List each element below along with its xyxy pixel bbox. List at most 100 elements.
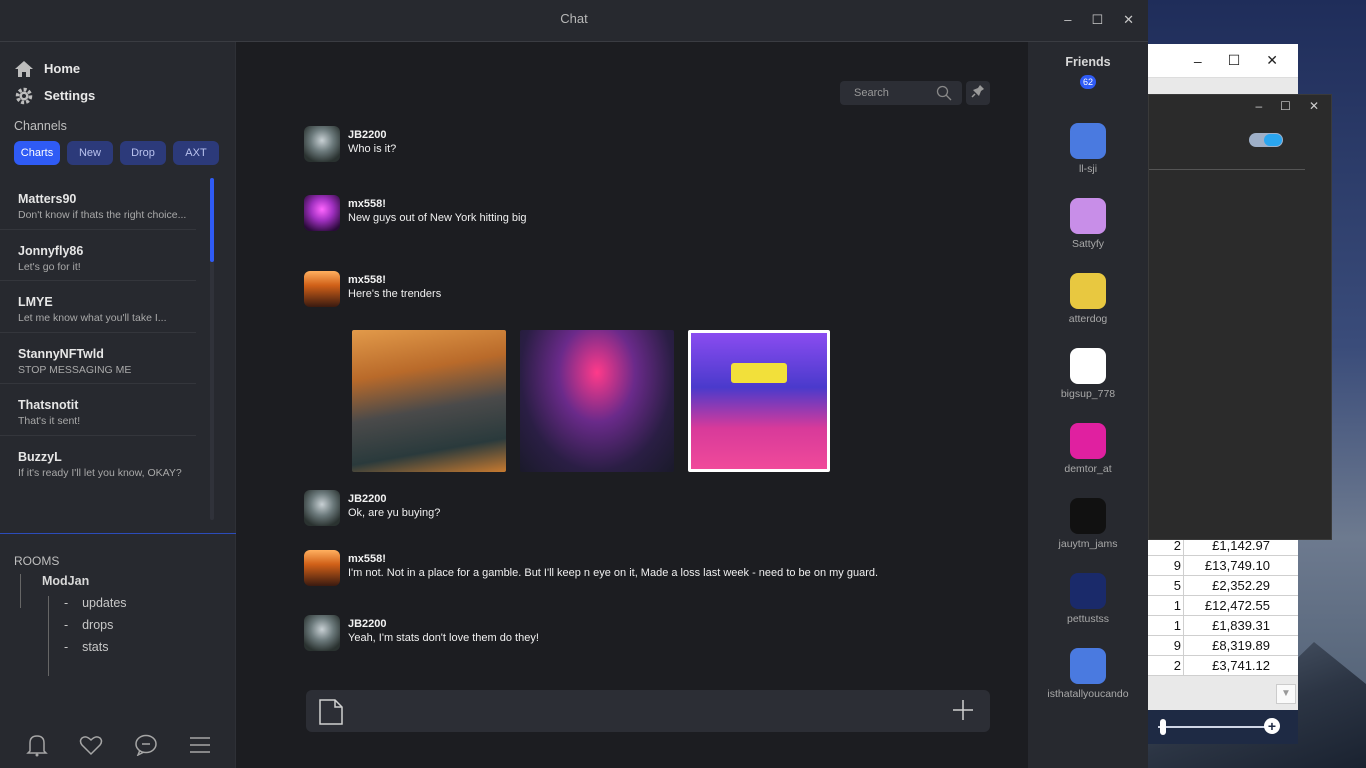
friend-item[interactable]: atterdog xyxy=(1028,273,1148,325)
close-icon[interactable]: ✕ xyxy=(1266,52,1278,69)
minimize-icon[interactable]: – xyxy=(1064,12,1071,28)
chip-charts[interactable]: Charts xyxy=(14,141,60,165)
search-placeholder: Search xyxy=(854,87,889,99)
contact-item[interactable]: Jonnyfly86 Let's go for it! xyxy=(0,230,196,281)
friend-avatar[interactable] xyxy=(1070,123,1106,159)
message-username[interactable]: mx558! xyxy=(348,553,878,565)
avatar[interactable] xyxy=(304,615,340,651)
contact-item[interactable]: LMYE Let me know what you'll take I... xyxy=(0,281,196,333)
nav-settings[interactable]: Settings xyxy=(0,82,235,109)
room-drops[interactable]: - drops xyxy=(64,618,236,632)
friend-avatar[interactable] xyxy=(1070,198,1106,234)
zoom-in-icon[interactable]: + xyxy=(1264,718,1280,734)
spreadsheet-row[interactable]: 1 £12,472.55 xyxy=(1148,596,1298,616)
attach-file-icon[interactable] xyxy=(318,699,344,730)
spreadsheet-cell[interactable]: 1 xyxy=(1148,616,1184,635)
friend-item[interactable]: jauytm_jams xyxy=(1028,498,1148,550)
message-username[interactable]: mx558! xyxy=(348,274,441,286)
spreadsheet-cell[interactable]: 9 xyxy=(1148,556,1184,575)
avatar[interactable] xyxy=(304,490,340,526)
toggle-switch[interactable] xyxy=(1249,133,1283,147)
menu-icon[interactable] xyxy=(189,735,211,755)
close-icon[interactable]: ✕ xyxy=(1309,99,1319,113)
spreadsheet-cell[interactable]: 2 xyxy=(1148,656,1184,675)
spreadsheet-row[interactable]: 5 £2,352.29 xyxy=(1148,576,1298,596)
friend-item[interactable]: Sattyfy xyxy=(1028,198,1148,250)
message-username[interactable]: JB2200 xyxy=(348,129,396,141)
spreadsheet-row[interactable]: 1 £1,839.31 xyxy=(1148,616,1298,636)
contact-item[interactable]: Matters90 Don't know if thats the right … xyxy=(0,178,196,230)
spreadsheet-cell[interactable]: 9 xyxy=(1148,636,1184,655)
maximize-icon[interactable]: ☐ xyxy=(1228,52,1241,69)
message-username[interactable]: mx558! xyxy=(348,198,527,210)
maximize-icon[interactable]: ☐ xyxy=(1091,12,1103,28)
contact-item[interactable]: BuzzyL If it's ready I'll let you know, … xyxy=(0,436,196,488)
avatar[interactable] xyxy=(304,550,340,586)
avatar[interactable] xyxy=(304,126,340,162)
spreadsheet-row[interactable]: 9 £13,749.10 xyxy=(1148,556,1298,576)
close-icon[interactable]: ✕ xyxy=(1123,12,1134,28)
dropdown-arrow-icon[interactable]: ▼ xyxy=(1276,684,1296,704)
room-stats[interactable]: - stats xyxy=(64,640,236,654)
message-composer[interactable] xyxy=(306,690,990,732)
shared-image-neon-car[interactable] xyxy=(520,330,674,472)
friend-item[interactable]: pettustss xyxy=(1028,573,1148,625)
spreadsheet-cell[interactable]: £3,741.12 xyxy=(1184,656,1298,675)
pin-icon xyxy=(971,84,985,103)
chat-bubble-icon[interactable] xyxy=(134,734,158,756)
chip-new[interactable]: New xyxy=(67,141,113,165)
room-label: updates xyxy=(82,596,127,610)
message-username[interactable]: JB2200 xyxy=(348,618,539,630)
contact-item[interactable]: StannyNFTwld STOP MESSAGING ME xyxy=(0,333,196,384)
zoom-slider-bar[interactable]: + xyxy=(1148,710,1298,744)
pin-button[interactable] xyxy=(966,81,990,105)
bell-icon[interactable] xyxy=(25,733,48,757)
spreadsheet-cell[interactable]: £8,319.89 xyxy=(1184,636,1298,655)
contact-preview: Don't know if thats the right choice... xyxy=(18,209,187,221)
nav-settings-label: Settings xyxy=(44,88,96,103)
friend-avatar[interactable] xyxy=(1070,273,1106,309)
shared-image-cityscape[interactable] xyxy=(352,330,506,472)
minimize-icon[interactable]: – xyxy=(1255,99,1262,113)
spreadsheet-cell[interactable]: 5 xyxy=(1148,576,1184,595)
friend-item[interactable]: bigsup_778 xyxy=(1028,348,1148,400)
zoom-slider-track[interactable] xyxy=(1158,726,1268,728)
friend-avatar[interactable] xyxy=(1070,423,1106,459)
chip-axt[interactable]: AXT xyxy=(173,141,219,165)
friends-count-badge: 62 xyxy=(1080,75,1096,89)
friend-item[interactable]: isthatallyoucando xyxy=(1028,648,1148,700)
nav-home[interactable]: Home xyxy=(0,55,235,82)
heart-icon[interactable] xyxy=(79,734,103,756)
chip-drop[interactable]: Drop xyxy=(120,141,166,165)
room-updates[interactable]: - updates xyxy=(64,596,236,610)
search-icon[interactable] xyxy=(936,85,952,110)
friend-item[interactable]: ll-sji xyxy=(1028,123,1148,175)
spreadsheet-cell[interactable]: £12,472.55 xyxy=(1184,596,1298,615)
maximize-icon[interactable]: ☐ xyxy=(1280,99,1291,113)
spreadsheet-cell[interactable]: £2,352.29 xyxy=(1184,576,1298,595)
contact-list-scroll-thumb[interactable] xyxy=(210,178,214,262)
zoom-slider-knob[interactable] xyxy=(1160,719,1166,735)
background-settings-window[interactable]: – ☐ ✕ xyxy=(1148,94,1332,540)
minimize-icon[interactable]: – xyxy=(1194,53,1202,69)
spreadsheet-row[interactable]: 2 £3,741.12 xyxy=(1148,656,1298,676)
spreadsheet-cell[interactable]: £13,749.10 xyxy=(1184,556,1298,575)
spreadsheet-cell[interactable]: 1 xyxy=(1148,596,1184,615)
spreadsheet-cell[interactable]: £1,839.31 xyxy=(1184,616,1298,635)
avatar[interactable] xyxy=(304,271,340,307)
room-modjan[interactable]: ModJan xyxy=(42,574,236,588)
message-username[interactable]: JB2200 xyxy=(348,493,440,505)
friend-avatar[interactable] xyxy=(1070,573,1106,609)
contact-item[interactable]: Thatsnotit That's it sent! xyxy=(0,384,196,436)
plus-icon[interactable] xyxy=(952,699,974,726)
friend-avatar[interactable] xyxy=(1070,348,1106,384)
shared-image-nft-art[interactable] xyxy=(688,330,830,472)
chat-area: Search JB2200 Who is it? mx558! New guys… xyxy=(236,42,1028,768)
friend-avatar[interactable] xyxy=(1070,648,1106,684)
spreadsheet-row[interactable]: 9 £8,319.89 xyxy=(1148,636,1298,656)
search-input[interactable]: Search xyxy=(840,81,962,105)
friend-item[interactable]: demtor_at xyxy=(1028,423,1148,475)
avatar[interactable] xyxy=(304,195,340,231)
contact-preview: Let's go for it! xyxy=(18,260,81,273)
friend-avatar[interactable] xyxy=(1070,498,1106,534)
